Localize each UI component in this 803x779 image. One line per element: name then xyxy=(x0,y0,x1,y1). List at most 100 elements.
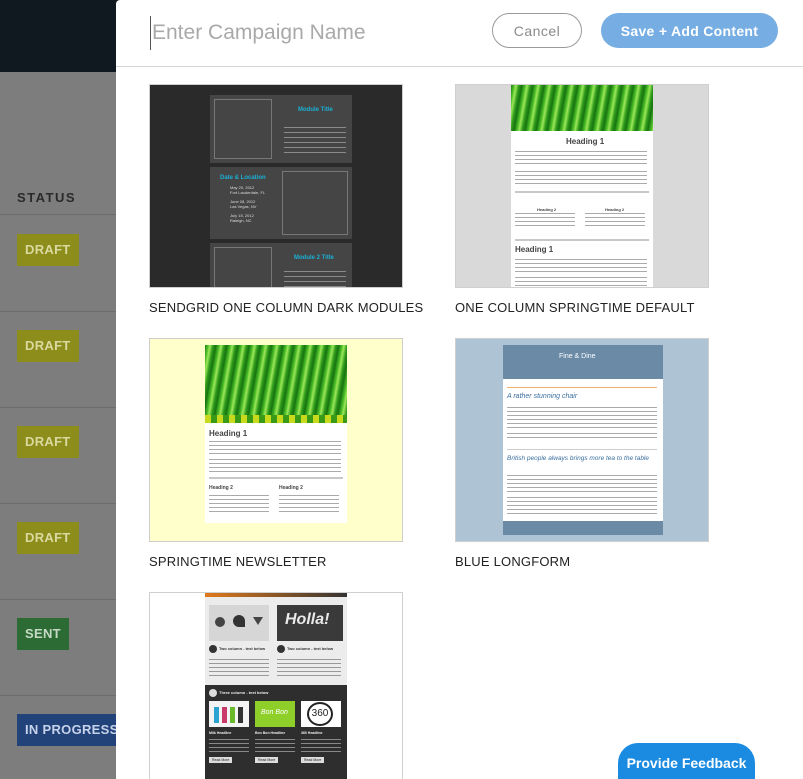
text-lines xyxy=(507,497,657,517)
text-lines xyxy=(507,475,657,495)
text-lines xyxy=(284,127,346,153)
holla-image: Holla! xyxy=(277,605,343,641)
divider xyxy=(209,477,343,479)
email-body: Fine & Dine A rather stunning chair Brit… xyxy=(503,345,663,535)
status-badge-draft: DRAFT xyxy=(17,426,79,458)
column-heading: Heading 2 xyxy=(605,207,625,212)
email-body: Heading 1 Heading 2 Heading 2 Heading 1 xyxy=(511,85,653,287)
bird-icon xyxy=(253,617,263,625)
grass-header-image xyxy=(511,85,653,131)
section-heading: Two column - text below xyxy=(287,646,334,651)
section-heading: Two column - text below xyxy=(219,646,266,651)
text-lines xyxy=(209,739,249,753)
column-headline: Milk Headline xyxy=(209,731,232,735)
text-lines xyxy=(209,659,269,677)
bonbon-text: Bon Bon xyxy=(261,709,288,716)
three-column-section: Three column - text below Bon Bon 360 Mi… xyxy=(205,685,347,779)
module-block: Module Title xyxy=(210,95,352,163)
heading-text: Heading 1 xyxy=(566,137,605,146)
text-lines xyxy=(279,495,339,515)
360-badge: 360 xyxy=(307,702,333,726)
read-more-button: Read More xyxy=(255,757,279,763)
step-icon xyxy=(209,689,217,697)
row-divider xyxy=(0,695,116,696)
text-lines xyxy=(515,213,575,229)
step-icon xyxy=(209,645,217,653)
image-placeholder xyxy=(214,99,272,159)
template-thumbnail-blue-longform[interactable]: Fine & Dine A rather stunning chair Brit… xyxy=(455,338,709,542)
column-heading: Heading 2 xyxy=(209,485,233,491)
save-add-content-button[interactable]: Save + Add Content xyxy=(601,13,778,48)
text-lines xyxy=(209,459,341,473)
divider xyxy=(507,449,657,450)
module-title-text: Module Title xyxy=(298,107,333,113)
column-heading: Heading 2 xyxy=(537,207,557,212)
360-image: 360 xyxy=(301,701,341,727)
cloud-icon xyxy=(233,615,245,627)
template-name-label: BLUE LONGFORM xyxy=(455,554,571,569)
bonbon-image: Bon Bon xyxy=(255,701,295,727)
row-divider xyxy=(0,503,116,504)
status-badge-draft: DRAFT xyxy=(17,522,79,554)
date-entry: May 20, 2012 Fort Lauderdale, FL June 08,… xyxy=(230,185,266,223)
heading-text: Heading 1 xyxy=(209,429,248,438)
status-badge-sent: SENT xyxy=(17,618,69,650)
image-placeholder xyxy=(282,171,348,235)
section-heading: Three column - text below xyxy=(219,690,269,695)
brand-name: Fine & Dine xyxy=(559,353,596,360)
article-title: British people always brings more tea to… xyxy=(507,455,649,462)
brand-header: Fine & Dine xyxy=(503,345,663,379)
template-name-label: ONE COLUMN SPRINGTIME DEFAULT xyxy=(455,300,695,315)
status-column-header: STATUS xyxy=(17,190,77,205)
template-thumbnail-dark-modules[interactable]: Module Title Date & Location May 20, 201… xyxy=(149,84,403,288)
text-lines xyxy=(515,259,647,273)
text-lines xyxy=(515,151,647,167)
date-location-title: Date & Location xyxy=(220,175,266,181)
text-lines xyxy=(585,213,645,229)
module-2-title-text: Module 2 Title xyxy=(294,255,334,261)
text-lines xyxy=(515,277,647,287)
divider xyxy=(515,239,649,241)
text-lines xyxy=(301,739,341,753)
template-name-label: SENDGRID ONE COLUMN DARK MODULES xyxy=(149,300,424,315)
column-headline: Bon Bon Headline xyxy=(255,731,286,735)
two-column-section: Holla! Two column - text below Two colum… xyxy=(205,597,347,685)
heading-text: Heading 1 xyxy=(515,245,554,254)
footer-strip xyxy=(205,523,347,539)
text-lines xyxy=(209,441,341,455)
template-thumbnail-springtime-default[interactable]: Heading 1 Heading 2 Heading 2 Heading 1 xyxy=(455,84,709,288)
date-location-block: Date & Location May 20, 2012 Fort Lauderd… xyxy=(210,167,352,239)
email-body: Heading 1 Heading 2 Heading 2 xyxy=(205,345,347,539)
accent-rule xyxy=(507,387,657,388)
template-name-label: SPRINGTIME NEWSLETTER xyxy=(149,554,327,569)
holla-text: Holla! xyxy=(285,611,330,628)
footer-strip xyxy=(503,521,663,535)
step-icon xyxy=(277,645,285,653)
icons-image xyxy=(209,605,269,641)
text-lines xyxy=(507,407,657,429)
template-thumbnail-springtime-newsletter[interactable]: Heading 1 Heading 2 Heading 2 xyxy=(149,338,403,542)
gear-icon xyxy=(215,617,225,627)
stripe-border xyxy=(205,415,347,423)
column-headline: 360 Headline xyxy=(301,731,323,735)
divider xyxy=(515,191,649,193)
row-divider xyxy=(0,214,116,215)
cancel-button[interactable]: Cancel xyxy=(492,13,582,48)
text-lines xyxy=(277,659,341,677)
modal-header: Cancel Save + Add Content xyxy=(116,0,803,67)
row-divider xyxy=(0,311,116,312)
column-heading: Heading 2 xyxy=(279,485,303,491)
bottles-image xyxy=(209,701,249,727)
status-badge-draft: DRAFT xyxy=(17,234,79,266)
text-lines xyxy=(515,171,647,185)
read-more-button: Read More xyxy=(301,757,325,763)
campaign-name-input[interactable] xyxy=(150,16,470,50)
template-thumbnail-holla-columns[interactable]: Holla! Two column - text below Two colum… xyxy=(149,592,403,779)
text-lines xyxy=(209,495,269,515)
provide-feedback-button[interactable]: Provide Feedback xyxy=(618,743,755,779)
article-title: A rather stunning chair xyxy=(507,393,578,400)
read-more-button: Read More xyxy=(209,757,233,763)
text-lines xyxy=(255,739,295,753)
status-badge-draft: DRAFT xyxy=(17,330,79,362)
status-badge-in-progress: IN PROGRESS xyxy=(17,714,127,746)
